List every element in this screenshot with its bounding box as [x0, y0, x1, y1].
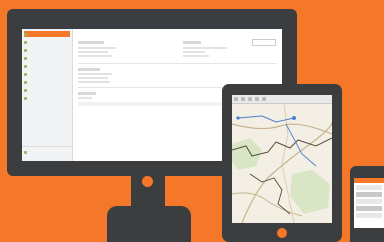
- list-item[interactable]: [356, 192, 382, 197]
- sidebar-footer: [22, 146, 72, 157]
- list-item[interactable]: [356, 199, 382, 204]
- sidebar-item[interactable]: [24, 149, 70, 155]
- divider: [78, 63, 277, 64]
- item-icon: [24, 48, 27, 52]
- item-icon: [24, 88, 27, 92]
- list-item[interactable]: [356, 185, 382, 190]
- detail-col-left: [78, 38, 158, 59]
- item-icon: [24, 56, 27, 60]
- map-toolbar: [232, 95, 332, 104]
- phone-header-bar: [354, 178, 384, 183]
- zoom-out-icon[interactable]: [241, 97, 245, 101]
- tablet-device: [222, 84, 342, 242]
- sidebar-item[interactable]: [24, 95, 70, 101]
- item-icon: [24, 64, 27, 68]
- item-icon: [24, 150, 27, 154]
- tablet-home-button[interactable]: [277, 228, 287, 238]
- detail-col-right: [183, 38, 263, 59]
- item-icon: [24, 40, 27, 44]
- map-drawing: [232, 103, 332, 223]
- phone-device: [350, 166, 384, 242]
- phone-screen: [354, 178, 384, 228]
- tablet-screen: [232, 95, 332, 223]
- measure-icon[interactable]: [262, 97, 266, 101]
- item-icon: [24, 32, 27, 36]
- layers-icon[interactable]: [248, 97, 252, 101]
- sidebar-item[interactable]: [24, 47, 70, 53]
- item-icon: [24, 72, 27, 76]
- sidebar-item[interactable]: [24, 39, 70, 45]
- sidebar-item[interactable]: [24, 63, 70, 69]
- sidebar-item[interactable]: [24, 87, 70, 93]
- map-canvas[interactable]: [232, 103, 332, 223]
- edit-button[interactable]: [252, 39, 276, 46]
- sidebar-item[interactable]: [24, 31, 70, 37]
- sidebar-item[interactable]: [24, 55, 70, 61]
- detail-columns: [78, 38, 277, 59]
- list-item[interactable]: [356, 206, 382, 211]
- monitor-stand: [107, 206, 191, 242]
- pan-icon[interactable]: [255, 97, 259, 101]
- zoom-in-icon[interactable]: [234, 97, 238, 101]
- item-icon: [24, 96, 27, 100]
- app-topbar: [22, 20, 282, 29]
- parameters-section: [78, 68, 277, 83]
- sidebar-item[interactable]: [24, 79, 70, 85]
- list-item[interactable]: [356, 213, 382, 218]
- item-icon: [24, 80, 27, 84]
- sidebar-item[interactable]: [24, 71, 70, 77]
- monitor-logo: [142, 176, 153, 187]
- sidebar: [22, 29, 73, 161]
